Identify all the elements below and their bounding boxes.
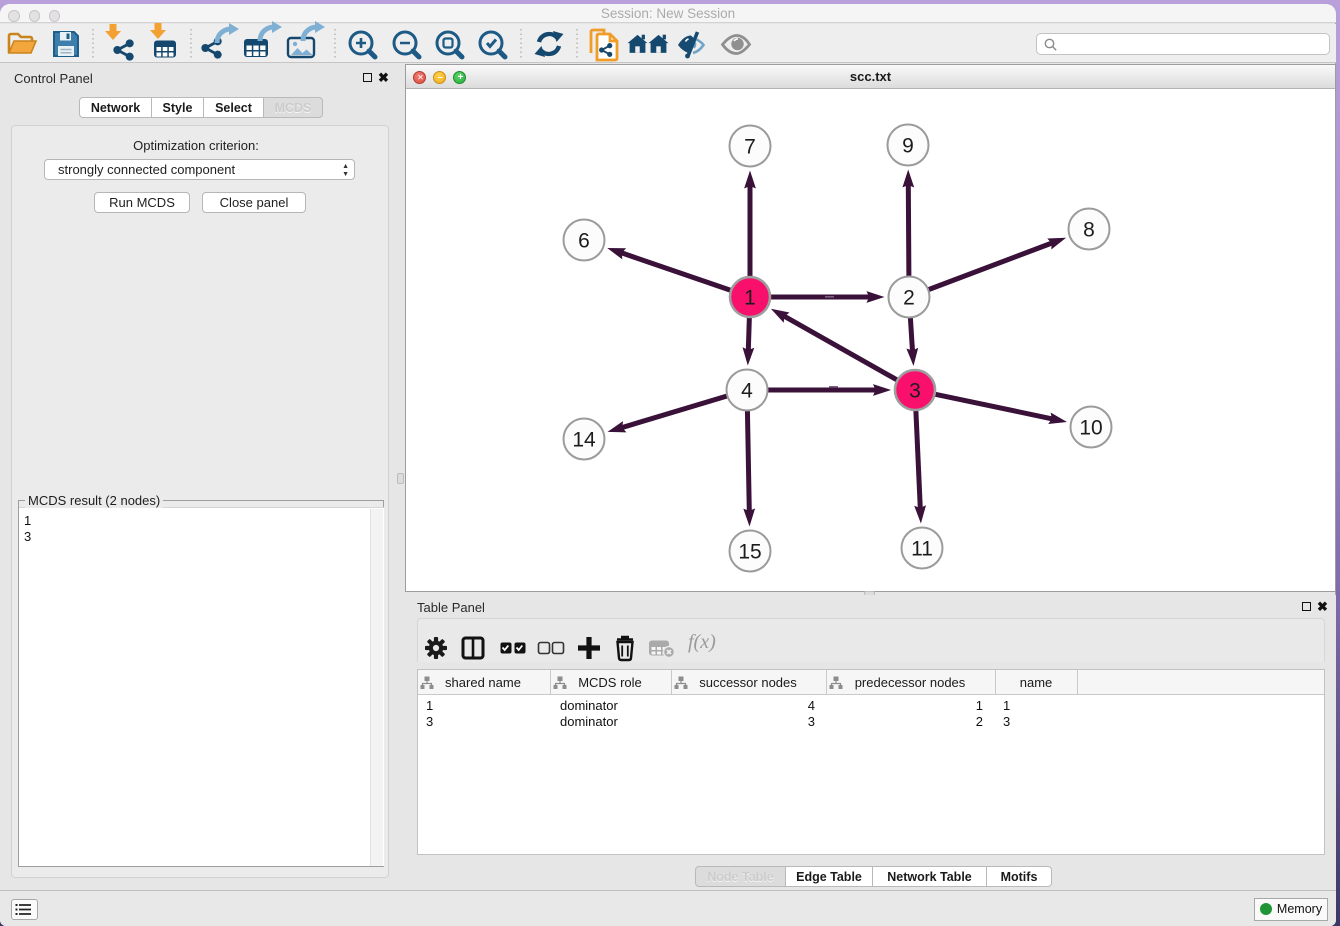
svg-text:7: 7 bbox=[744, 136, 756, 159]
svg-text:3: 3 bbox=[909, 380, 921, 403]
svg-text:1: 1 bbox=[744, 287, 756, 310]
svg-text:9: 9 bbox=[902, 135, 914, 158]
svg-text:6: 6 bbox=[578, 230, 590, 253]
svg-text:8: 8 bbox=[1083, 219, 1095, 242]
svg-text:11: 11 bbox=[911, 538, 933, 561]
svg-text:14: 14 bbox=[572, 429, 596, 452]
svg-text:10: 10 bbox=[1079, 417, 1102, 440]
svg-text:2: 2 bbox=[903, 287, 915, 310]
svg-text:15: 15 bbox=[738, 541, 761, 564]
svg-text:4: 4 bbox=[741, 380, 753, 403]
